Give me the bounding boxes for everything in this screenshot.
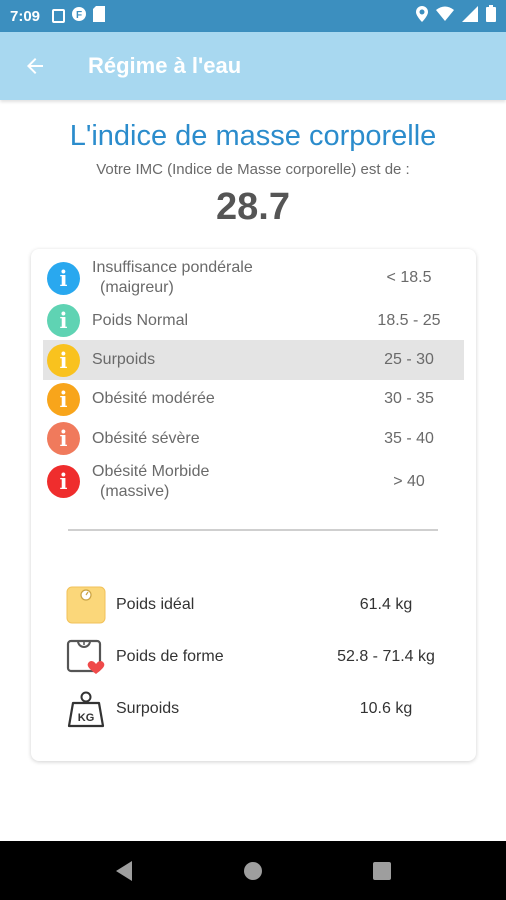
location-icon bbox=[416, 5, 428, 27]
nav-recents-button[interactable] bbox=[367, 856, 397, 886]
info-icon[interactable]: i bbox=[47, 422, 80, 456]
bmi-value: 28.7 bbox=[216, 186, 290, 228]
triangle-back-icon bbox=[116, 860, 133, 881]
category-label: Obésité sévère bbox=[92, 429, 200, 447]
category-row-overweight[interactable]: i Surpoids 25 - 30 bbox=[43, 340, 464, 380]
square-recents-icon bbox=[372, 861, 391, 880]
weight-value: 52.8 - 71.4 kg bbox=[337, 648, 435, 665]
navigation-bar bbox=[0, 841, 506, 900]
info-icon[interactable]: i bbox=[47, 465, 80, 499]
back-button[interactable] bbox=[12, 43, 58, 89]
arrow-left-icon bbox=[27, 58, 43, 74]
sd-card-icon bbox=[93, 5, 106, 27]
bmi-card: i Insuffisance pondérale (maigreur) < 18… bbox=[31, 249, 476, 761]
app-bar: Régime à l'eau bbox=[0, 32, 506, 100]
status-right-icons bbox=[416, 5, 496, 27]
info-icon[interactable]: i bbox=[47, 382, 80, 416]
category-row-underweight[interactable]: i Insuffisance pondérale (maigreur) < 18… bbox=[43, 255, 464, 301]
svg-text:KG: KG bbox=[78, 712, 95, 724]
fastfood-icon: F bbox=[71, 6, 87, 27]
weight-label: Poids de forme bbox=[116, 648, 224, 665]
notification-icons: F bbox=[52, 5, 106, 27]
weight-label: Poids idéal bbox=[116, 596, 195, 613]
scale-heart-icon bbox=[66, 637, 106, 677]
category-label-line1: Insuffisance pondérale bbox=[92, 259, 253, 276]
category-label: Poids Normal bbox=[92, 311, 189, 329]
category-row-moderate-obesity[interactable]: i Obésité modérée 30 - 35 bbox=[43, 380, 464, 419]
weight-row-overweight: KG Surpoids 10.6 kg bbox=[66, 683, 456, 735]
category-label-line1: Obésité Morbide bbox=[92, 462, 210, 480]
signal-icon bbox=[462, 5, 478, 27]
info-icon[interactable]: i bbox=[47, 304, 80, 338]
info-icon[interactable]: i bbox=[47, 261, 80, 295]
svg-text:F: F bbox=[76, 10, 82, 21]
battery-icon bbox=[486, 5, 496, 27]
status-bar: 7:09 F bbox=[0, 0, 506, 32]
category-range: < 18.5 bbox=[386, 269, 432, 286]
category-row-severe-obesity[interactable]: i Obésité sévère 35 - 40 bbox=[43, 419, 464, 458]
category-range: 30 - 35 bbox=[384, 390, 434, 408]
weight-list: Poids idéal 61.4 kg Poids de forme 52.8 … bbox=[66, 579, 456, 735]
category-row-normal[interactable]: i Poids Normal 18.5 - 25 bbox=[43, 301, 464, 340]
category-label-line2: (maigreur) bbox=[100, 279, 174, 296]
category-label-line2: (massive) bbox=[100, 482, 170, 500]
category-label: Obésité Morbide (massive) bbox=[92, 462, 322, 502]
weight-value: 61.4 kg bbox=[359, 596, 413, 613]
category-range: 25 - 30 bbox=[384, 351, 434, 369]
screen: 7:09 F Régime à l'eau L'indice de masse … bbox=[0, 0, 506, 900]
notification-icon bbox=[52, 9, 66, 23]
circle-home-icon bbox=[243, 861, 262, 880]
category-range: 18.5 - 25 bbox=[377, 311, 441, 329]
weight-label: Surpoids bbox=[116, 700, 180, 717]
weight-row-fitness: Poids de forme 52.8 - 71.4 kg bbox=[66, 631, 456, 683]
category-label: Obésité modérée bbox=[92, 390, 215, 408]
category-list: i Insuffisance pondérale (maigreur) < 18… bbox=[43, 255, 464, 505]
page-title: L'indice de masse corporelle bbox=[69, 120, 437, 152]
category-label: Insuffisance pondérale (maigreur) bbox=[92, 258, 322, 298]
bmi-subtitle: Votre IMC (Indice de Masse corporelle) e… bbox=[96, 161, 410, 178]
category-row-morbid-obesity[interactable]: i Obésité Morbide (massive) > 40 bbox=[43, 459, 464, 505]
nav-home-button[interactable] bbox=[238, 856, 268, 886]
divider bbox=[68, 529, 438, 531]
status-time: 7:09 bbox=[10, 7, 41, 25]
kg-weight-icon: KG bbox=[66, 689, 106, 729]
category-range: 35 - 40 bbox=[384, 429, 434, 447]
app-title: Régime à l'eau bbox=[88, 53, 242, 78]
category-range: > 40 bbox=[393, 472, 425, 490]
weight-row-ideal: Poids idéal 61.4 kg bbox=[66, 579, 456, 631]
scale-icon bbox=[66, 585, 106, 625]
wifi-icon bbox=[436, 6, 454, 27]
weight-value: 10.6 kg bbox=[359, 700, 413, 717]
info-icon[interactable]: i bbox=[47, 343, 80, 377]
category-label: Surpoids bbox=[92, 351, 156, 369]
nav-back-button[interactable] bbox=[109, 856, 139, 886]
